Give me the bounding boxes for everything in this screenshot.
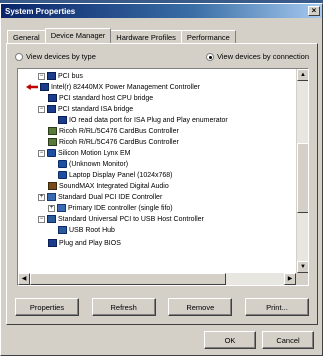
tree-item[interactable]: − Standard Universal PCI to USB Host Con… <box>38 214 204 224</box>
monitor-icon <box>47 149 56 157</box>
tree-item-label: (Unknown Monitor) <box>69 160 129 168</box>
tree-item[interactable]: + Standard Dual PCI IDE Controller <box>38 192 162 202</box>
tree-item[interactable]: Ricoh R/RL/5C476 CardBus Controller <box>48 126 179 136</box>
tree-item[interactable]: Plug and Play BIOS <box>48 238 121 248</box>
tree-item-label: Primary IDE controller (single fifo) <box>68 204 173 212</box>
pointer-arrow-icon <box>26 84 38 90</box>
tree-item-label: Plug and Play BIOS <box>59 239 121 247</box>
tab-performance[interactable]: Performance <box>180 30 236 43</box>
cancel-button[interactable]: Cancel <box>262 331 314 349</box>
expand-icon[interactable]: + <box>38 193 45 201</box>
view-by-connection-radio[interactable]: View devices by connection <box>206 52 309 61</box>
collapse-icon[interactable]: − <box>38 105 45 113</box>
card-icon <box>48 138 57 146</box>
view-by-connection-label: View devices by connection <box>217 52 309 61</box>
scroll-right-icon[interactable]: ▶ <box>284 273 296 285</box>
tree-item[interactable]: Intel(r) 82440MX Power Management Contro… <box>26 82 200 92</box>
scroll-up-icon[interactable]: ▲ <box>297 69 308 81</box>
tree-item[interactable]: Ricoh R/RL/5C476 CardBus Controller <box>48 137 179 147</box>
tab-hardware-profiles[interactable]: Hardware Profiles <box>110 30 182 43</box>
device-tree-list: − PCI bus Intel(r) 82440MX Power Managem… <box>18 69 296 273</box>
pc-icon <box>40 83 49 91</box>
scroll-corner <box>296 273 308 285</box>
collapse-icon[interactable]: − <box>38 72 45 80</box>
tree-item-label: Laptop Display Panel (1024x768) <box>69 171 173 179</box>
controller-icon <box>47 193 56 201</box>
remove-button[interactable]: Remove <box>168 298 233 316</box>
close-icon[interactable]: × <box>308 6 320 16</box>
usb-icon <box>47 215 56 223</box>
tree-item-label: PCI bus <box>58 72 83 80</box>
tree-item-label: PCI standard ISA bridge <box>58 105 134 113</box>
view-options: View devices by type View devices by con… <box>15 52 309 61</box>
view-by-type-label: View devices by type <box>26 52 96 61</box>
vertical-scroll-thumb[interactable] <box>297 143 308 213</box>
device-manager-panel: View devices by type View devices by con… <box>6 43 318 325</box>
pc-icon <box>58 116 67 124</box>
tree-item-label: Silicon Motion Lynx EM <box>58 149 131 157</box>
monitor-icon <box>58 160 67 168</box>
collapse-icon[interactable]: − <box>38 149 45 157</box>
tree-item[interactable]: USB Root Hub <box>58 225 115 235</box>
pc-icon <box>48 239 57 247</box>
horizontal-scroll-thumb[interactable] <box>30 273 226 285</box>
sound-icon <box>48 182 57 190</box>
tree-item-label: Ricoh R/RL/5C476 CardBus Controller <box>59 138 179 146</box>
vertical-scrollbar[interactable]: ▲ ▼ <box>296 69 308 273</box>
tab-strip: General Device Manager Hardware Profiles… <box>7 28 236 43</box>
dialog-buttons: OK Cancel <box>204 331 314 349</box>
tab-device-manager[interactable]: Device Manager <box>44 28 112 43</box>
tree-item-label: Standard Universal PCI to USB Host Contr… <box>58 215 204 223</box>
monitor-icon <box>58 171 67 179</box>
controller-icon <box>57 204 66 212</box>
tree-item[interactable]: + Primary IDE controller (single fifo) <box>48 203 173 213</box>
pc-icon <box>48 94 57 102</box>
title-bar[interactable]: System Properties × <box>1 4 322 18</box>
tree-item[interactable]: PCI standard host CPU bridge <box>48 93 153 103</box>
ok-button[interactable]: OK <box>204 331 256 349</box>
properties-button[interactable]: Properties <box>15 298 79 316</box>
device-action-buttons: Properties Refresh Remove Print... <box>15 298 309 316</box>
radio-icon <box>15 52 23 61</box>
tree-item[interactable]: IO read data port for ISA Plug and Play … <box>58 115 228 125</box>
usb-icon <box>58 226 67 234</box>
tree-item[interactable]: − PCI standard ISA bridge <box>38 104 133 114</box>
view-by-type-radio[interactable]: View devices by type <box>15 52 96 61</box>
tree-item-label: Ricoh R/RL/5C476 CardBus Controller <box>59 127 179 135</box>
tree-item-pci-bus[interactable]: − PCI bus <box>38 71 83 81</box>
tree-item-label: Intel(r) 82440MX Power Management Contro… <box>51 83 201 91</box>
window-title: System Properties <box>5 6 76 16</box>
tree-item-label: SoundMAX Integrated Digital Audio <box>59 182 169 190</box>
tree-item[interactable]: − Silicon Motion Lynx EM <box>38 148 131 158</box>
scroll-left-icon[interactable]: ◀ <box>18 273 30 285</box>
pc-icon <box>47 105 56 113</box>
tree-item-label: PCI standard host CPU bridge <box>59 94 154 102</box>
tree-item[interactable]: SoundMAX Integrated Digital Audio <box>48 181 169 191</box>
tree-item-label: Standard Dual PCI IDE Controller <box>58 193 163 201</box>
tree-item[interactable]: (Unknown Monitor) <box>58 159 128 169</box>
collapse-icon[interactable]: − <box>38 215 45 223</box>
radio-selected-icon <box>206 52 214 61</box>
tree-item-label: IO read data port for ISA Plug and Play … <box>69 116 228 124</box>
scroll-down-icon[interactable]: ▼ <box>297 261 308 273</box>
pc-icon <box>47 72 56 80</box>
expand-icon[interactable]: + <box>48 204 55 212</box>
print-button[interactable]: Print... <box>244 298 309 316</box>
card-icon <box>48 127 57 135</box>
device-tree[interactable]: − PCI bus Intel(r) 82440MX Power Managem… <box>17 68 309 286</box>
tree-item-label: USB Root Hub <box>69 226 115 234</box>
tree-item[interactable]: Laptop Display Panel (1024x768) <box>58 170 173 180</box>
system-properties-window: System Properties × General Device Manag… <box>0 3 323 356</box>
tab-general[interactable]: General <box>7 30 46 43</box>
refresh-button[interactable]: Refresh <box>91 298 156 316</box>
horizontal-scrollbar[interactable]: ◀ ▶ <box>18 273 296 285</box>
